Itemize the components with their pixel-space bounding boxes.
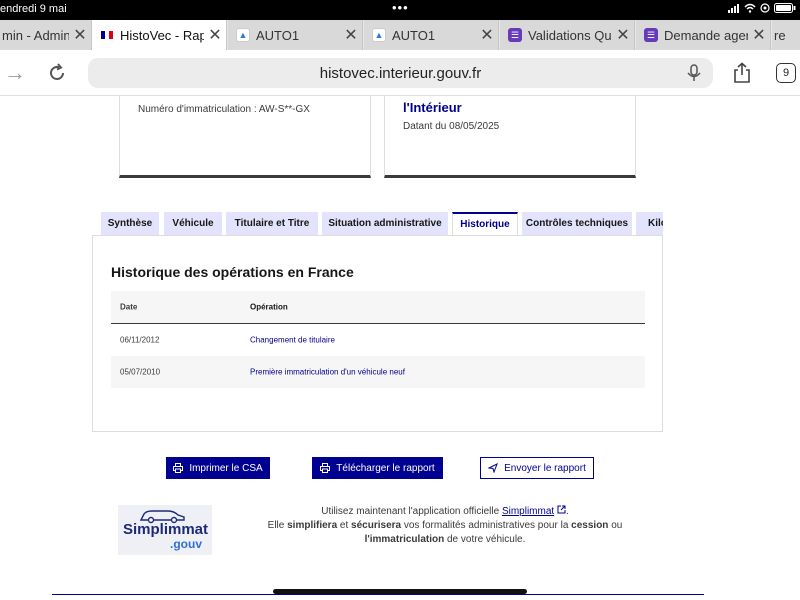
tab-titulaire[interactable]: Titulaire et Titre [226, 212, 318, 235]
footer-divider [52, 594, 704, 595]
tab-synthese[interactable]: Synthèse [101, 212, 159, 235]
close-icon[interactable]: ✕ [204, 25, 226, 45]
auto1-icon: ▲ [236, 28, 250, 42]
send-label: Envoyer le rapport [504, 462, 586, 474]
url-text: histovec.interieur.gouv.fr [319, 64, 482, 82]
header-operation: Opération [250, 302, 288, 312]
promo-text-part: et [337, 520, 352, 531]
browser-tab-active[interactable]: HistoVec - Rapp ✕ [92, 20, 227, 50]
wifi-icon [744, 3, 756, 13]
reload-icon[interactable] [44, 60, 70, 86]
tab-title: AUTO1 [256, 27, 300, 43]
history-panel: Historique des opérations en France Date… [92, 235, 663, 432]
browser-toolbar: → histovec.interieur.gouv.fr 9 [0, 50, 800, 96]
table-row: 06/11/2012 Changement de titulaire [111, 324, 645, 356]
promo-text-part: Utilisez maintenant l'application offici… [321, 506, 502, 517]
tab-title: AUTO1 [392, 27, 436, 43]
promo-text-part: Elle [267, 520, 288, 531]
share-icon[interactable] [729, 60, 755, 86]
table-row: 05/07/2010 Première immatriculation d'un… [111, 356, 645, 388]
promo-line-1: Utilisez maintenant l'application offici… [245, 505, 645, 519]
row-date: 05/07/2010 [120, 367, 161, 377]
vehicle-id-card: Numéro d'immatriculation : AW-S**-GX [119, 96, 371, 178]
form-doc-icon: ☰ [644, 28, 658, 42]
tab-title: min - Admin [2, 27, 69, 43]
url-bar[interactable]: histovec.interieur.gouv.fr [88, 58, 713, 88]
tab-kilometrage[interactable]: Kilo [636, 212, 663, 235]
promo-bold: sécurisera [351, 520, 402, 531]
signal-icon [728, 3, 740, 13]
row-date: 06/11/2012 [120, 335, 160, 345]
browser-tab[interactable]: re [772, 20, 800, 50]
logo-text-sub: .gouv [170, 537, 202, 551]
send-report-button[interactable]: Envoyer le rapport [480, 457, 594, 479]
row-operation: Changement de titulaire [250, 335, 335, 345]
french-flag-icon [100, 28, 114, 42]
promo-bold: simplifiera [287, 520, 338, 531]
tab-vehicule[interactable]: Véhicule [164, 212, 222, 235]
tab-historique[interactable]: Historique [452, 212, 518, 235]
table-header: Date Opération [111, 291, 645, 324]
tab-title: re [774, 27, 786, 43]
promo-bold: cession [571, 520, 609, 531]
tab-title: HistoVec - Rapp [120, 27, 204, 43]
tab-controles-techniques[interactable]: Contrôles techniques [522, 212, 632, 235]
immat-label: Numéro d'immatriculation : AW-S**-GX [138, 104, 310, 115]
status-time: endredi 9 mai [0, 3, 67, 15]
home-indicator[interactable] [273, 589, 527, 594]
tab-situation-administrative[interactable]: Situation administrative [322, 212, 448, 235]
print-label: Imprimer le CSA [189, 462, 263, 474]
promo-line-2: Elle simplifiera et sécurisera vos forma… [245, 519, 645, 533]
header-date: Date [120, 302, 138, 312]
tab-count-button[interactable]: 9 [776, 63, 796, 83]
tab-title: Validations Qua [528, 27, 612, 43]
browser-tab[interactable]: ▲ AUTO1 ✕ [228, 20, 363, 50]
browser-tab[interactable]: ▲ AUTO1 ✕ [364, 20, 499, 50]
browser-tab[interactable]: ☰ Validations Qua ✕ [500, 20, 635, 50]
browser-tab[interactable]: min - Admin ✕ [0, 20, 92, 50]
close-icon[interactable]: ✕ [612, 25, 634, 45]
auto1-icon: ▲ [372, 28, 386, 42]
location-icon [760, 3, 770, 13]
promo-text-part: vos formalités administratives pour la [401, 520, 572, 531]
row-operation: Première immatriculation d'un véhicule n… [250, 367, 405, 377]
promo-line-3: l'immatriculation de votre véhicule. [245, 533, 645, 547]
promo-text-part: ou [608, 520, 623, 531]
download-report-button[interactable]: Télécharger le rapport [312, 457, 443, 479]
status-icons [728, 3, 796, 13]
promo-text-part: . [565, 506, 569, 517]
source-card: l'Intérieur Datant du 08/05/2025 [384, 96, 636, 178]
print-csa-button[interactable]: Imprimer le CSA [166, 457, 270, 479]
source-date: Datant du 08/05/2025 [403, 121, 500, 132]
status-bar: endredi 9 mai ••• [0, 0, 800, 20]
forward-arrow-icon[interactable]: → [2, 60, 28, 86]
external-link-icon [557, 505, 566, 514]
close-icon[interactable]: ✕ [340, 25, 362, 45]
report-tabs: Synthèse Véhicule Titulaire et Titre Sit… [101, 212, 663, 235]
printer-icon [173, 463, 184, 473]
simplimmat-link[interactable]: Simplimmat [502, 506, 554, 517]
simplimmat-logo[interactable]: Simplimmat .gouv [118, 505, 212, 555]
close-icon[interactable]: ✕ [748, 25, 770, 45]
close-icon[interactable]: ✕ [476, 25, 498, 45]
send-arrow-icon [488, 463, 499, 473]
browser-tab[interactable]: ☰ Demande agen ✕ [636, 20, 771, 50]
promo-bold: l'immatriculation [364, 534, 445, 545]
browser-tab-bar: min - Admin ✕ HistoVec - Rapp ✕ ▲ AUTO1 … [0, 20, 800, 50]
tab-title: Demande agen [664, 27, 748, 43]
logo-text-main: Simplimmat [123, 521, 209, 538]
promo-text-part: de votre véhicule. [444, 534, 526, 545]
form-doc-icon: ☰ [508, 28, 522, 42]
multitask-dots-icon[interactable]: ••• [392, 0, 409, 15]
battery-icon [774, 3, 796, 13]
microphone-icon[interactable] [685, 64, 703, 82]
close-icon[interactable]: ✕ [69, 25, 91, 45]
source-title: l'Intérieur [403, 100, 462, 115]
printer-icon [320, 463, 331, 473]
download-label: Télécharger le rapport [336, 462, 435, 474]
history-title: Historique des opérations en France [111, 264, 354, 280]
history-table: Date Opération 06/11/2012 Changement de … [111, 291, 645, 388]
promo-text: Utilisez maintenant l'application offici… [245, 505, 645, 547]
